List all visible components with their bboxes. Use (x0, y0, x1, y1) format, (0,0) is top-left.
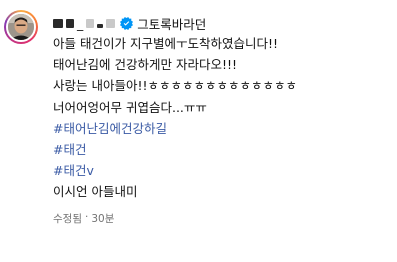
edited-label: 수정됨 (53, 212, 82, 225)
username-visible-char: _ (77, 15, 84, 31)
comment-post: _ 그토록바라던 아들 태건이가 지구별에ㅜ도착하였습니다!! 태어난김에 건강… (0, 0, 397, 262)
redacted-username-part (53, 18, 63, 28)
comment-line: 아들 태건이가 지구별에ㅜ도착하였습니다!! (53, 36, 278, 51)
redacted-username-part (106, 18, 116, 28)
timestamp-link[interactable]: 30분 (91, 211, 114, 226)
avatar-story-ring[interactable] (4, 10, 38, 44)
username-link[interactable]: _ (53, 15, 116, 31)
comment-line: 이시언 아들내미 (53, 184, 138, 200)
redacted-username-part (86, 18, 95, 28)
hashtag-link[interactable]: #태건v (53, 160, 391, 181)
comment-line: 사랑는 내아들아!!ㅎㅎㅎㅎㅎㅎㅎㅎㅎㅎㅎㅎㅎ (53, 78, 297, 94)
comment-line: 태어난김에 건강하게만 자라다오!!! (53, 57, 237, 73)
comment-content: _ 그토록바라던 아들 태건이가 지구별에ㅜ도착하였습니다!! 태어난김에 건강… (53, 13, 391, 226)
verified-badge-icon (120, 16, 134, 30)
meta-separator: · (84, 210, 89, 223)
hashtag-link[interactable]: #태어난김에건강하길 (53, 118, 391, 139)
avatar[interactable] (6, 12, 36, 42)
redacted-username-part (97, 23, 104, 28)
redacted-username-part (66, 18, 74, 28)
display-name: 그토록바라던 (137, 16, 207, 32)
comment-header: _ 그토록바라던 (53, 13, 391, 33)
comment-meta: 수정됨 · 30분 (53, 211, 391, 226)
avatar-photo-icon (8, 14, 34, 40)
comment-line: 너어어엉어무 귀엽슴다...ㅠㅠ (53, 99, 207, 115)
comment-body: 아들 태건이가 지구별에ㅜ도착하였습니다!! 태어난김에 건강하게만 자라다오!… (53, 33, 391, 203)
hashtag-link[interactable]: #태건 (53, 139, 391, 160)
